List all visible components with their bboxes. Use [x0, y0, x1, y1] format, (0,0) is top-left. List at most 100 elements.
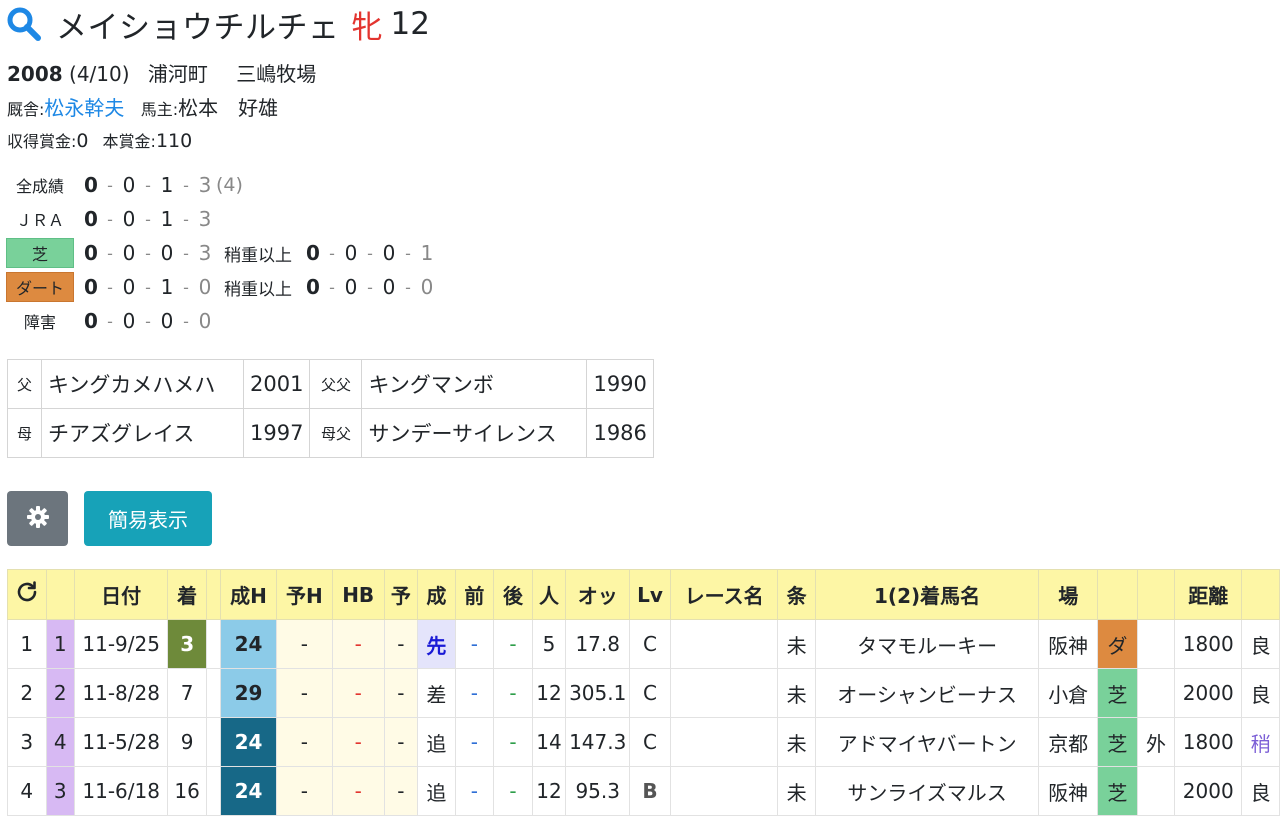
record-total: (4) [216, 174, 243, 196]
spacer-cell [205, 717, 222, 767]
front-half: - [454, 619, 495, 669]
speed-index: 29 [220, 668, 277, 718]
race-date[interactable]: 11-9/25 [73, 619, 169, 669]
column-header[interactable]: 距離 [1174, 569, 1243, 620]
odds: 17.8 [565, 619, 631, 669]
column-header[interactable]: 日付 [73, 569, 169, 620]
table-row[interactable]: 3 4 11-5/28 9 24- - - 追 - -14 147.3 C 未アドマイヤバートン 京都芝外… [7, 717, 1280, 767]
popularity: 5 [531, 619, 567, 669]
race-date[interactable]: 11-8/28 [73, 668, 169, 718]
record-value: 0 [84, 309, 98, 333]
race-name[interactable] [669, 717, 779, 767]
record-value: 0 [84, 207, 98, 231]
opponent-name[interactable]: オーシャンビーナス [814, 668, 1040, 718]
record-separator: - [145, 209, 151, 229]
spacer-cell [205, 668, 222, 718]
spacer-cell [205, 766, 222, 816]
column-header[interactable] [1097, 569, 1138, 620]
simple-view-button[interactable]: 簡易表示 [84, 491, 212, 546]
table-row[interactable]: 4 3 11-6/18 16 24- - - 追 - -12 95.3 B 未サンライズマルス 阪神芝 20… [7, 766, 1280, 816]
race-date[interactable]: 11-5/28 [73, 717, 169, 767]
race-class: 未 [777, 668, 816, 718]
track-condition: 良 [1241, 766, 1280, 816]
column-header[interactable]: 後 [493, 569, 533, 620]
column-header[interactable]: 1(2)着馬名 [814, 569, 1040, 620]
opponent-name[interactable]: アドマイヤバートン [814, 717, 1040, 767]
opponent-name[interactable]: タマモルーキー [814, 619, 1040, 669]
horse-sex: 牝 [351, 9, 383, 46]
record-separator: - [145, 243, 151, 263]
record-value: 0 [122, 207, 136, 231]
sire-year: 2001 [242, 359, 311, 409]
column-header[interactable]: 人 [531, 569, 567, 620]
table-row[interactable]: 1 1 11-9/25 3 24- - - 先 - -5 17.8 C 未タマモルーキー 阪神ダ 1800 良 [7, 619, 1280, 669]
record-separator: - [183, 243, 189, 263]
front-half: - [454, 717, 495, 767]
column-header[interactable]: 着 [167, 569, 207, 620]
column-header[interactable] [45, 569, 75, 620]
course-side: 外 [1136, 717, 1176, 767]
popularity: 14 [531, 717, 567, 767]
track-surface: 芝 [1097, 766, 1138, 816]
column-header[interactable]: 成 [417, 569, 456, 620]
predicted-index: - [275, 717, 333, 767]
track-condition: 良 [1241, 668, 1280, 718]
table-row[interactable]: 2 2 11-8/28 7 29- - - 差 - -12 305.1 C 未オーシャンビーナス 小倉芝 2… [7, 668, 1280, 718]
column-header[interactable]: 場 [1038, 569, 1099, 620]
settings-button[interactable] [7, 491, 68, 546]
race-name[interactable] [669, 619, 779, 669]
refresh-icon[interactable] [15, 580, 39, 604]
record-value: 0 [84, 241, 98, 265]
horse-age: 12 [390, 6, 430, 42]
front-half: - [454, 766, 495, 816]
opponent-name[interactable]: サンライズマルス [814, 766, 1040, 816]
dam-year: 1997 [242, 408, 311, 458]
race-name[interactable] [669, 668, 779, 718]
record-value: 0 [382, 241, 396, 265]
race-name[interactable] [669, 766, 779, 816]
trainer-link[interactable]: 松永幹夫 [44, 96, 124, 120]
race-level: C [629, 619, 671, 669]
speed-index: 24 [220, 766, 277, 816]
column-header[interactable]: Lv [629, 569, 671, 620]
record-separator: - [405, 243, 411, 263]
column-header[interactable]: 予H [275, 569, 333, 620]
column-header[interactable]: レース名 [669, 569, 779, 620]
predicted-index: - [275, 766, 333, 816]
front-half: - [454, 668, 495, 718]
prediction: - [383, 668, 419, 718]
record-value: 3 [198, 241, 212, 265]
hb-value: - [331, 668, 385, 718]
record-separator: - [183, 277, 189, 297]
running-style: 先 [417, 619, 456, 669]
record-separator: - [329, 243, 335, 263]
search-icon[interactable] [6, 6, 42, 42]
record-separator: - [107, 209, 113, 229]
record-value: 1 [160, 173, 174, 197]
record-label: ダート [6, 272, 74, 302]
finish-position: 7 [167, 668, 207, 718]
finish-position: 9 [167, 717, 207, 767]
birth-date: (4/10) [69, 62, 130, 86]
record-separator: - [145, 277, 151, 297]
speed-index: 24 [220, 717, 277, 767]
row-number: 2 [7, 668, 47, 718]
column-header[interactable] [1136, 569, 1176, 620]
back-half: - [493, 668, 533, 718]
column-header[interactable]: 成H [220, 569, 277, 620]
column-header[interactable]: 予 [383, 569, 419, 620]
record-separator: - [367, 277, 373, 297]
odds: 305.1 [565, 668, 631, 718]
prediction: - [383, 717, 419, 767]
column-header[interactable]: 条 [777, 569, 816, 620]
record-value: 0 [122, 275, 136, 299]
dam-sire-name: サンデーサイレンス [361, 408, 588, 458]
column-header[interactable]: オッ [565, 569, 631, 620]
refresh-header[interactable] [7, 569, 47, 620]
column-header[interactable] [1241, 569, 1280, 620]
race-date[interactable]: 11-6/18 [73, 766, 169, 816]
hb-value: - [331, 766, 385, 816]
column-header[interactable]: HB [331, 569, 385, 620]
column-header[interactable]: 前 [454, 569, 495, 620]
column-header[interactable] [205, 569, 222, 620]
